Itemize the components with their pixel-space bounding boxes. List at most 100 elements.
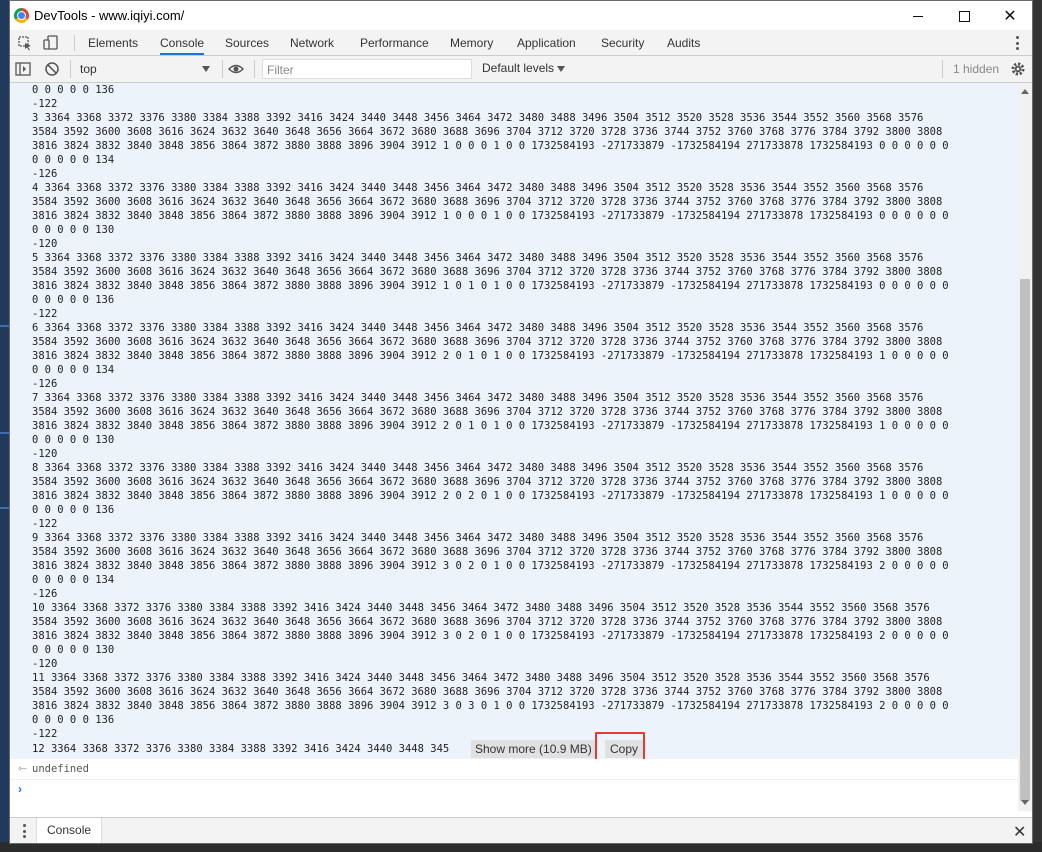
truncated-log-line: 12 3364 3368 3372 3376 3380 3384 3388 33…: [10, 732, 1018, 766]
tab-elements[interactable]: Elements: [88, 31, 138, 55]
tab-sources[interactable]: Sources: [225, 31, 269, 55]
log-line: -120: [32, 658, 58, 670]
toolbar-separator: [222, 60, 223, 78]
log-line: 3 3364 3368 3372 3376 3380 3384 3388 339…: [32, 112, 924, 124]
settings-gear-icon[interactable]: [1010, 61, 1026, 77]
log-line: 0 0 0 0 0 136: [32, 84, 115, 96]
drawer-tab-console[interactable]: Console: [36, 818, 103, 843]
devtools-window: DevTools - www.iqiyi.com/ ✕ Elements Con…: [9, 0, 1033, 844]
log-line: 3816 3824 3832 3840 3848 3856 3864 3872 …: [32, 420, 949, 432]
log-line: 0 0 0 0 0 136: [32, 504, 115, 516]
close-drawer-icon[interactable]: ✕: [1013, 822, 1026, 842]
log-line: 9 3364 3368 3372 3376 3380 3384 3388 339…: [32, 532, 924, 544]
log-line: 11 3364 3368 3372 3376 3380 3384 3388 33…: [32, 672, 930, 684]
tab-audits[interactable]: Audits: [667, 31, 700, 55]
dropdown-arrow-icon: [557, 65, 566, 72]
log-line: 3816 3824 3832 3840 3848 3856 3864 3872 …: [32, 280, 949, 292]
log-line: 3584 3592 3600 3608 3616 3624 3632 3640 …: [32, 126, 943, 138]
log-line: 3816 3824 3832 3840 3848 3856 3864 3872 …: [32, 630, 949, 642]
console-prompt[interactable]: ›: [10, 780, 1018, 800]
log-line: 3584 3592 3600 3608 3616 3624 3632 3640 …: [32, 266, 943, 278]
sidebar-toggle-icon[interactable]: [15, 61, 31, 77]
log-line: 10 3364 3368 3372 3376 3380 3384 3388 33…: [32, 602, 930, 614]
context-value: top: [80, 62, 97, 76]
log-message-text: 0 0 0 0 0 136 -122 3 3364 3368 3372 3376 3…: [32, 83, 1012, 741]
tab-performance[interactable]: Performance: [360, 31, 429, 55]
more-options-icon[interactable]: [1016, 36, 1019, 50]
result-value: undefined: [32, 763, 89, 775]
log-line: -126: [32, 588, 58, 600]
drawer-menu-icon[interactable]: [23, 824, 26, 838]
background-window-right: [1033, 0, 1042, 852]
context-selector[interactable]: top: [74, 60, 214, 78]
window-title: DevTools - www.iqiyi.com/: [34, 8, 185, 23]
log-levels-label: Default levels: [482, 61, 555, 75]
log-line: -120: [32, 238, 58, 250]
scroll-up-icon[interactable]: [1021, 89, 1029, 94]
log-line: 3584 3592 3600 3608 3616 3624 3632 3640 …: [32, 686, 943, 698]
minimize-icon: [913, 15, 923, 17]
eye-icon[interactable]: [228, 61, 244, 77]
dropdown-arrow-icon: [202, 66, 210, 72]
log-line: 0 0 0 0 0 136: [32, 294, 115, 306]
close-window-button[interactable]: ✕: [987, 1, 1033, 31]
log-line: 0 0 0 0 0 136: [32, 714, 115, 726]
hidden-messages-count: 1 hidden: [953, 62, 1000, 76]
background-window-left: [0, 0, 9, 852]
filter-input[interactable]: Filter: [262, 59, 472, 79]
result-arrow-icon: ⇽: [18, 763, 28, 775]
log-line: 0 0 0 0 0 134: [32, 154, 115, 166]
scroll-thumb[interactable]: [1020, 279, 1030, 801]
minimize-button[interactable]: [895, 1, 941, 31]
tab-memory[interactable]: Memory: [450, 31, 493, 55]
tab-console[interactable]: Console: [160, 31, 205, 55]
console-output: 0 0 0 0 0 136 -122 3 3364 3368 3372 3376 3…: [10, 83, 1018, 811]
log-line: 7 3364 3368 3372 3376 3380 3384 3388 339…: [32, 392, 924, 404]
truncated-text: 12 3364 3368 3372 3376 3380 3384 3388 33…: [32, 743, 450, 755]
maximize-button[interactable]: [941, 1, 987, 31]
clear-console-icon[interactable]: [44, 61, 60, 77]
log-line: -122: [32, 98, 58, 110]
log-line: 3584 3592 3600 3608 3616 3624 3632 3640 …: [32, 196, 943, 208]
log-line: 0 0 0 0 0 130: [32, 434, 115, 446]
log-line: 3816 3824 3832 3840 3848 3856 3864 3872 …: [32, 350, 949, 362]
log-line: 6 3364 3368 3372 3376 3380 3384 3388 339…: [32, 322, 924, 334]
scroll-down-icon[interactable]: [1021, 800, 1029, 805]
devtools-tab-bar: Elements Console Sources Network Perform…: [10, 31, 1032, 56]
tab-network[interactable]: Network: [290, 31, 334, 55]
log-line: 3584 3592 3600 3608 3616 3624 3632 3640 …: [32, 336, 943, 348]
log-line: -122: [32, 308, 58, 320]
log-line: 3584 3592 3600 3608 3616 3624 3632 3640 …: [32, 406, 943, 418]
log-line: 3584 3592 3600 3608 3616 3624 3632 3640 …: [32, 616, 943, 628]
log-levels-dropdown[interactable]: Default levels: [482, 61, 566, 75]
log-line: -126: [32, 168, 58, 180]
device-toolbar-icon[interactable]: [43, 35, 59, 51]
chrome-icon: [14, 8, 29, 23]
log-line: 3816 3824 3832 3840 3848 3856 3864 3872 …: [32, 560, 949, 572]
log-line: 0 0 0 0 0 134: [32, 364, 115, 376]
close-icon: ✕: [1003, 8, 1017, 25]
tab-separator: [74, 35, 75, 51]
log-line: -122: [32, 518, 58, 530]
title-bar: DevTools - www.iqiyi.com/ ✕: [10, 1, 1032, 31]
tab-application[interactable]: Application: [517, 31, 576, 55]
log-line: 3816 3824 3832 3840 3848 3856 3864 3872 …: [32, 700, 949, 712]
vertical-scrollbar[interactable]: [1018, 83, 1032, 811]
maximize-icon: [958, 10, 970, 22]
inspect-element-icon[interactable]: [17, 35, 33, 51]
toolbar-separator: [942, 60, 943, 78]
log-line: 5 3364 3368 3372 3376 3380 3384 3388 339…: [32, 252, 924, 264]
drawer-bar: Console ✕: [10, 817, 1032, 843]
log-line: 8 3364 3368 3372 3376 3380 3384 3388 339…: [32, 462, 924, 474]
toolbar-separator: [254, 60, 255, 78]
log-line: -126: [32, 378, 58, 390]
log-line: 3816 3824 3832 3840 3848 3856 3864 3872 …: [32, 140, 949, 152]
show-more-button[interactable]: Show more (10.9 MB): [471, 740, 596, 758]
toolbar-separator: [70, 60, 71, 78]
result-row: ⇽ undefined: [10, 759, 1018, 780]
log-line: 3584 3592 3600 3608 3616 3624 3632 3640 …: [32, 546, 943, 558]
log-line: -120: [32, 448, 58, 460]
tab-security[interactable]: Security: [601, 31, 644, 55]
log-line: 0 0 0 0 0 134: [32, 574, 115, 586]
log-line: 3816 3824 3832 3840 3848 3856 3864 3872 …: [32, 210, 949, 222]
